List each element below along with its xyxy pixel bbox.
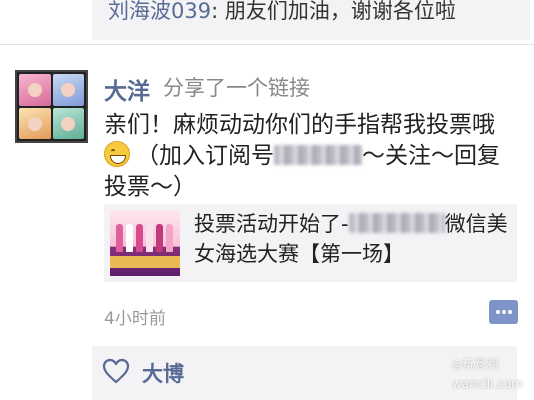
post-text: 亲们！麻烦动动你们的手指帮我投票哦 （加入订阅号 ～关注～回复投票～） — [104, 110, 516, 203]
previous-comment-area: 刘海波039: 朋友们加油，谢谢各位啦 — [92, 0, 530, 40]
link-title: 投票活动开始了- 微信美女海选大赛【第一场】 — [194, 209, 514, 269]
avatar-photo — [52, 74, 84, 106]
watermark-line: ◎玩意利 — [452, 357, 499, 371]
comment-button[interactable] — [489, 300, 518, 324]
thumbnail-banner — [110, 256, 180, 268]
grin-emoji-icon — [104, 141, 130, 167]
comment-dot-icon — [502, 310, 506, 314]
shared-link-card[interactable]: 投票活动开始了- 微信美女海选大赛【第一场】 — [104, 204, 517, 282]
avatar-photo — [19, 74, 51, 106]
link-thumbnail — [110, 210, 180, 276]
avatar-photo — [52, 107, 84, 139]
avatar[interactable] — [15, 70, 88, 143]
like-user-link[interactable]: 大博 — [142, 358, 184, 388]
watermark: ◎玩意利 wancili.com — [452, 354, 523, 394]
post-text-line: 亲们！麻烦动动你们的手指帮我投票哦 — [104, 112, 495, 138]
post-timestamp: 4小时前 — [104, 309, 166, 329]
heart-icon — [102, 358, 130, 384]
redacted-account-name — [348, 213, 445, 233]
redacted-account-name — [274, 145, 362, 165]
comment-dot-icon — [496, 310, 500, 314]
comment-author-link[interactable]: 刘海波039 — [108, 0, 211, 23]
share-action-label: 分享了一个链接 — [163, 76, 310, 100]
post-divider — [0, 44, 534, 45]
thumbnail-figure — [126, 224, 133, 252]
post-author-name[interactable]: 大洋 — [104, 72, 150, 106]
thumbnail-figure — [166, 224, 173, 252]
post-text-segment: （加入订阅号 — [136, 143, 274, 169]
link-title-segment: 投票活动开始了- — [194, 212, 349, 236]
thumbnail-figure — [116, 224, 123, 252]
comment-dot-icon — [508, 310, 512, 314]
previous-comment: 刘海波039: 朋友们加油，谢谢各位啦 — [108, 0, 456, 22]
thumbnail-figure — [156, 224, 163, 252]
watermark-line: wancili.com — [452, 377, 523, 391]
comment-text: 朋友们加油，谢谢各位啦 — [224, 0, 456, 23]
thumbnail-figure — [146, 224, 153, 252]
thumbnail-figure — [136, 224, 143, 252]
comment-separator: : — [211, 0, 225, 23]
avatar-photo — [19, 107, 51, 139]
